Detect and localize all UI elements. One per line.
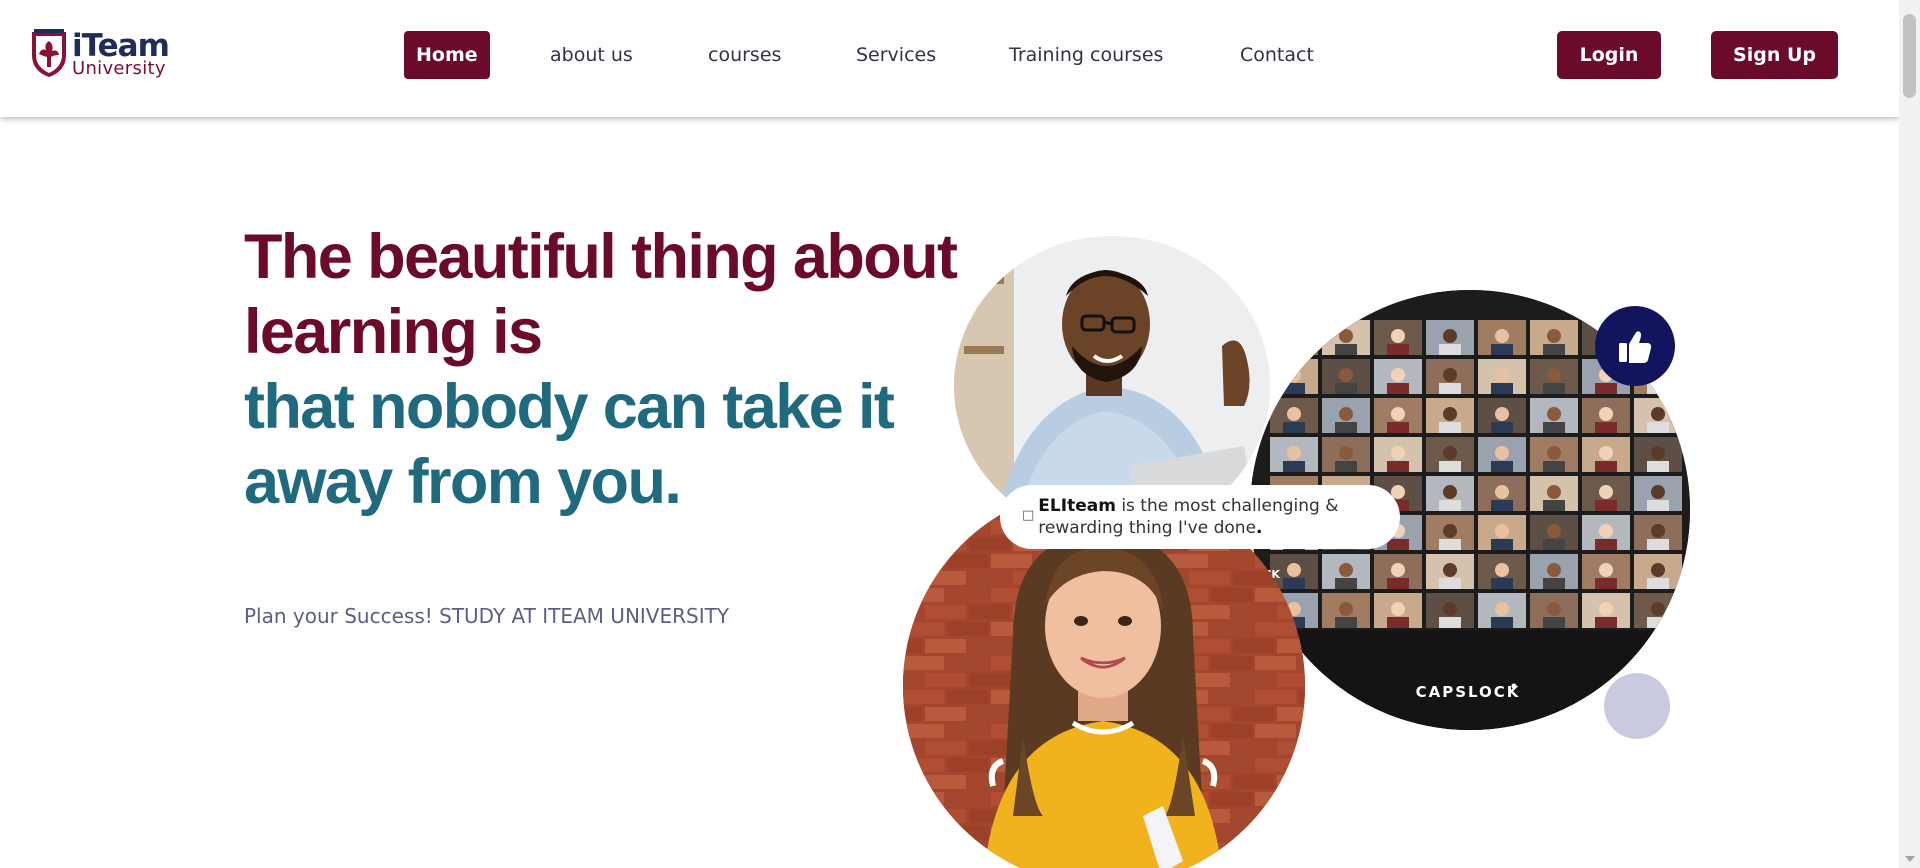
hero-headline-line-2: that nobody can take it away from you. [244,372,895,517]
login-button[interactable]: Login [1557,31,1661,79]
nav-item-home[interactable]: Home [404,31,490,79]
hero-tagline: Plan your Success! STUDY AT ITEAM UNIVER… [244,604,730,628]
nav-item-about-us[interactable]: about us [550,31,633,79]
nav-item-contact[interactable]: Contact [1240,31,1314,79]
logo-name: iTeam [72,27,170,64]
quote-mark-icon: □ [1022,508,1035,523]
page-scrollbar[interactable] [1899,0,1920,868]
testimonial-text: ELIteam is the most challenging & reward… [1038,495,1382,549]
scroll-down-arrow-icon[interactable] [1905,856,1915,862]
nav-item-training-courses[interactable]: Training courses [1009,31,1163,79]
site-header: iTeam University Home about us courses S… [0,0,1899,117]
like-badge [1595,306,1675,386]
testimonial-brand: ELIteam [1038,496,1116,516]
decorative-dot [1604,673,1670,739]
nav-item-services[interactable]: Services [856,31,936,79]
thumbs-up-icon [1619,331,1652,363]
site-logo[interactable]: iTeam University [30,27,170,80]
testimonial-end-mark: . [1256,518,1263,538]
capslock-caption: CAPSLOCK [1416,683,1521,701]
hero-headline: The beautiful thing about learning is th… [244,220,964,520]
testimonial-bubble: □ ELIteam is the most challenging & rewa… [1000,485,1400,549]
university-shield-icon [32,29,66,77]
logo-subtitle: University [72,57,166,79]
signup-button[interactable]: Sign Up [1711,31,1838,79]
scrollbar-thumb[interactable] [1903,14,1916,98]
nav-item-courses[interactable]: courses [708,31,781,79]
hero-headline-line-1: The beautiful thing about learning is [244,222,958,367]
